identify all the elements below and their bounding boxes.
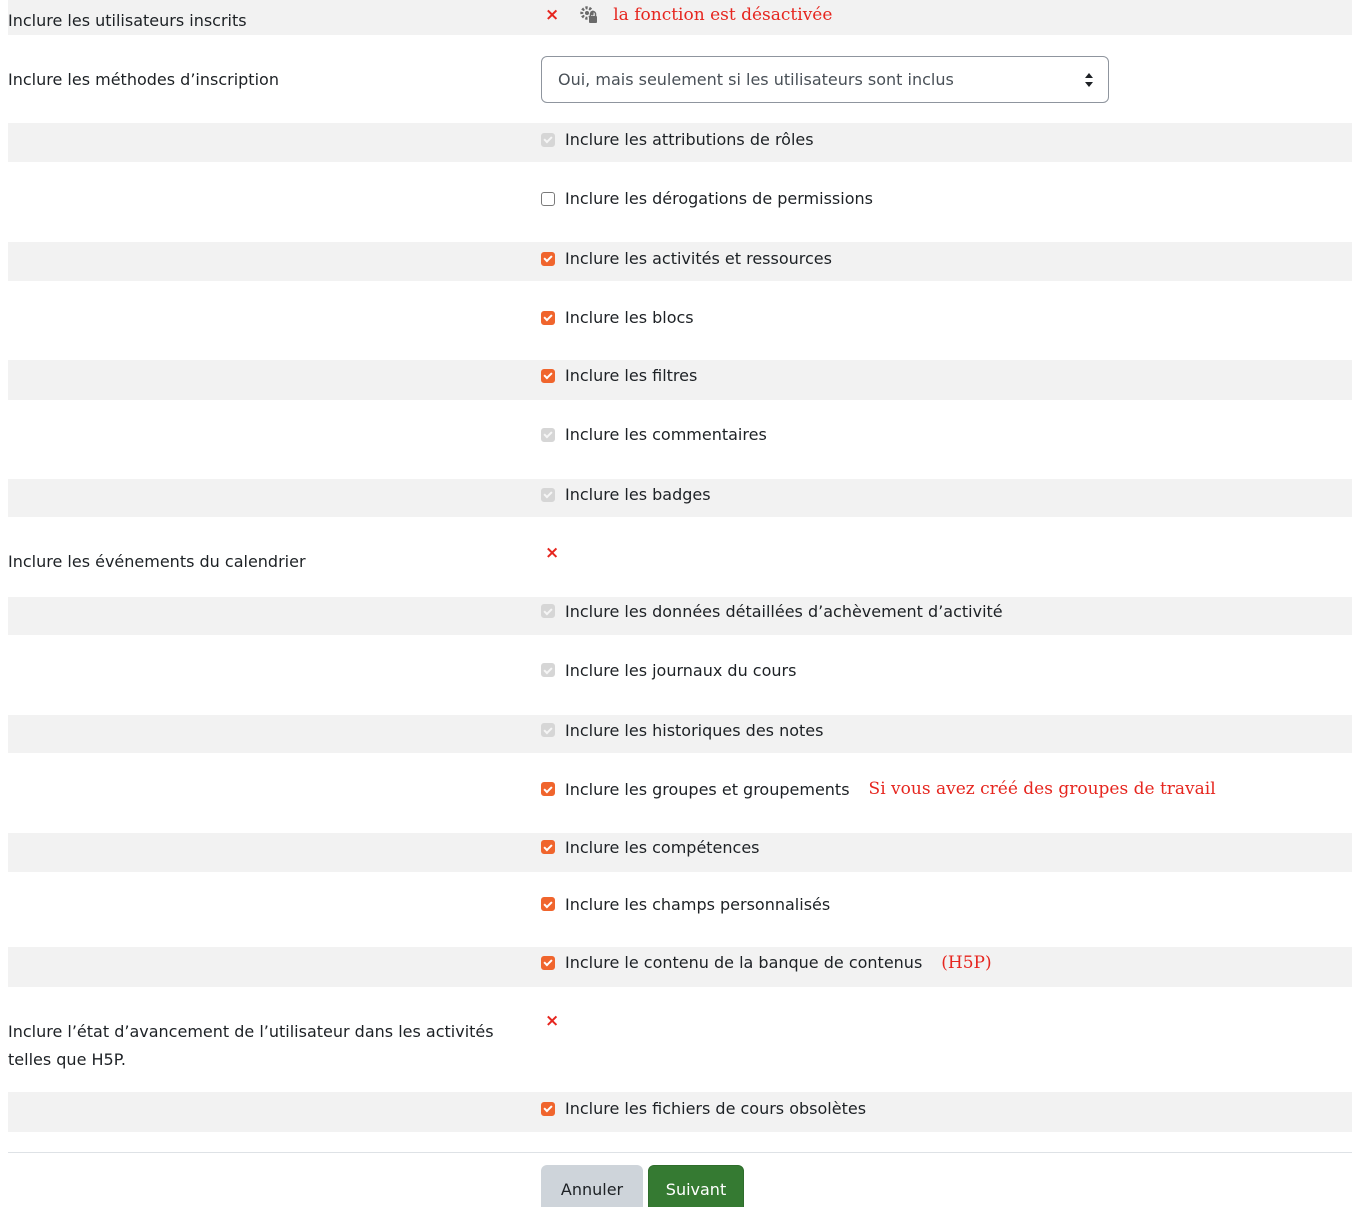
checkbox <box>541 427 555 442</box>
checkbox-label[interactable]: Inclure les blocs <box>565 308 694 327</box>
setting-row-calendar: Inclure les événements du calendrier × <box>8 517 1352 597</box>
setting-row-logs: Inclure les journaux du cours <box>8 635 1352 715</box>
setting-row-blocks: Inclure les blocs <box>8 281 1352 360</box>
setting-row-filters: Inclure les filtres <box>8 360 1352 400</box>
h5p-note: (H5P) <box>941 952 992 973</box>
checkbox[interactable] <box>541 782 555 796</box>
checkbox[interactable] <box>541 955 555 970</box>
checkbox[interactable] <box>541 1101 555 1116</box>
enrolment-select[interactable]: Oui, mais seulement si les utilisateurs … <box>541 56 1109 103</box>
checkbox[interactable] <box>541 368 555 383</box>
setting-label-line1: Inclure l’état d’avancement de l’utilisa… <box>8 1022 494 1041</box>
checkbox[interactable] <box>541 251 555 266</box>
checkbox-label[interactable]: Inclure les dérogations de permissions <box>565 189 873 208</box>
setting-row-custom-fields: Inclure les champs personnalisés <box>8 872 1352 947</box>
checkbox-label[interactable]: Inclure les filtres <box>565 366 697 385</box>
checkbox <box>541 723 555 737</box>
setting-row-badges: Inclure les badges <box>8 479 1352 517</box>
checkbox[interactable] <box>541 191 555 206</box>
checkbox-label[interactable]: Inclure les groupes et groupements <box>565 780 850 799</box>
select-value: Oui, mais seulement si les utilisateurs … <box>558 70 954 89</box>
next-button[interactable]: Suivant <box>648 1165 744 1207</box>
setting-row-user-progress: Inclure l’état d’avancement de l’utilisa… <box>8 987 1352 1092</box>
setting-row-legacy-files: Inclure les fichiers de cours obsolètes <box>8 1092 1352 1132</box>
gear-lock-icon <box>580 6 598 23</box>
checkbox[interactable] <box>541 840 555 854</box>
checkbox-label: Inclure les commentaires <box>565 425 767 444</box>
setting-row-groups: Inclure les groupes et groupements Si vo… <box>8 753 1352 833</box>
setting-row-activities: Inclure les activités et ressources <box>8 242 1352 281</box>
checkbox-label: Inclure les attributions de rôles <box>565 130 814 149</box>
setting-label: Inclure les méthodes d’inscription <box>8 70 279 89</box>
checkbox-label: Inclure les badges <box>565 485 711 504</box>
setting-row-competencies: Inclure les compétences <box>8 833 1352 872</box>
checkbox <box>541 132 555 147</box>
checkbox <box>541 604 555 618</box>
checkbox-label[interactable]: Inclure les compétences <box>565 838 760 857</box>
checkbox-label: Inclure les journaux du cours <box>565 660 797 680</box>
setting-row-completion: Inclure les données détaillées d’achèvem… <box>8 597 1352 635</box>
setting-value: × la fonction est désactivée <box>545 0 832 30</box>
checkbox <box>541 487 555 502</box>
checkbox-label[interactable]: Inclure les champs personnalisés <box>565 895 830 914</box>
setting-row-grade-histories: Inclure les historiques des notes <box>8 715 1352 753</box>
setting-label: Inclure les utilisateurs inscrits <box>8 11 247 30</box>
disabled-note: la fonction est désactivée <box>613 5 833 25</box>
setting-label-line2: telles que H5P. <box>8 1050 126 1069</box>
setting-label: Inclure les événements du calendrier <box>8 552 306 571</box>
select-arrows-icon <box>1085 73 1093 87</box>
setting-row-role-assignments: Inclure les attributions de rôles <box>8 123 1352 162</box>
cancel-button[interactable]: Annuler <box>541 1165 643 1207</box>
groups-note: Si vous avez créé des groupes de travail <box>868 779 1216 799</box>
checkbox[interactable] <box>541 897 555 911</box>
checkbox-label: Inclure les historiques des notes <box>565 720 824 740</box>
setting-row-users: Inclure les utilisateurs inscrits × la f… <box>8 0 1352 35</box>
checkbox-label[interactable]: Inclure les activités et ressources <box>565 249 832 268</box>
checkbox[interactable] <box>541 310 555 325</box>
x-icon: × <box>545 5 560 25</box>
divider <box>8 1152 1352 1153</box>
checkbox-label[interactable]: Inclure le contenu de la banque de conte… <box>565 953 922 972</box>
checkbox-label[interactable]: Inclure les fichiers de cours obsolètes <box>565 1099 866 1118</box>
setting-row-content-bank: Inclure le contenu de la banque de conte… <box>8 947 1352 987</box>
x-icon: × <box>545 1011 560 1031</box>
checkbox-label: Inclure les données détaillées d’achèvem… <box>565 601 1003 621</box>
setting-row-permission-overrides: Inclure les dérogations de permissions <box>8 162 1352 242</box>
x-icon: × <box>545 543 560 563</box>
setting-row-comments: Inclure les commentaires <box>8 400 1352 479</box>
checkbox <box>541 663 555 677</box>
